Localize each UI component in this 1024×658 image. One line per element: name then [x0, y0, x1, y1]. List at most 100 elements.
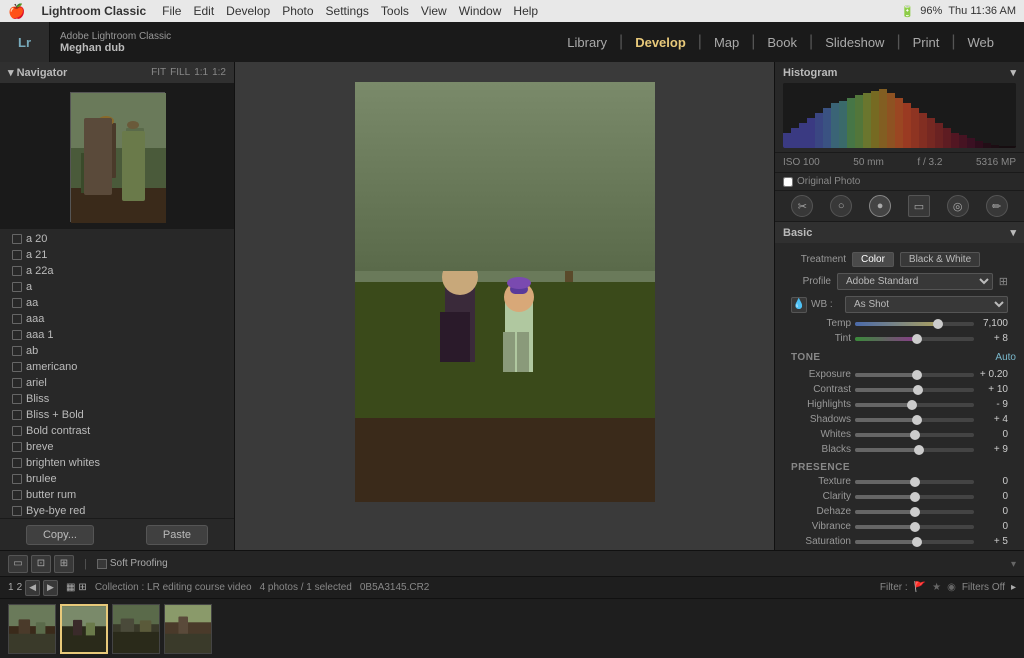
filmstrip-thumb-4[interactable]: [164, 604, 212, 654]
file-size: 5316 MP: [976, 157, 1016, 168]
preset-bold-contrast[interactable]: Bold contrast: [0, 423, 234, 439]
preset-bliss-bold[interactable]: Bliss + Bold: [0, 407, 234, 423]
spot-removal-tool[interactable]: ○: [830, 195, 852, 217]
preset-aa[interactable]: aa: [0, 295, 234, 311]
filmstrip-thumb-1[interactable]: [8, 604, 56, 654]
saturation-label: Saturation: [791, 536, 851, 547]
lr-logo: Lr: [0, 22, 50, 62]
menu-photo[interactable]: Photo: [282, 4, 313, 18]
nav-print[interactable]: Print: [903, 31, 950, 54]
menu-edit[interactable]: Edit: [193, 4, 214, 18]
menu-develop[interactable]: Develop: [226, 4, 270, 18]
eyedropper-tool[interactable]: 💧: [791, 297, 807, 313]
preset-brulee[interactable]: brulee: [0, 471, 234, 487]
temp-label: Temp: [791, 318, 851, 329]
1to2-btn[interactable]: 1:2: [212, 67, 226, 78]
blacks-slider[interactable]: [855, 448, 974, 452]
wb-select[interactable]: As Shot: [845, 296, 1008, 313]
filter-icon-2[interactable]: ★: [932, 582, 941, 593]
temp-slider[interactable]: [855, 322, 974, 326]
prev-collection-btn[interactable]: ◀: [25, 580, 40, 596]
vibrance-slider[interactable]: [855, 525, 974, 529]
menu-settings[interactable]: Settings: [326, 4, 369, 18]
nav-book[interactable]: Book: [757, 31, 807, 54]
nav-web[interactable]: Web: [958, 31, 1005, 54]
menu-help[interactable]: Help: [513, 4, 538, 18]
menu-view[interactable]: View: [421, 4, 447, 18]
color-btn[interactable]: Color: [852, 252, 894, 267]
shadows-slider[interactable]: [855, 418, 974, 422]
filmstrip-thumb-3[interactable]: [112, 604, 160, 654]
nav-slideshow[interactable]: Slideshow: [815, 31, 894, 54]
grid-view-btn2[interactable]: ⊞: [78, 582, 86, 593]
gradient-filter-tool[interactable]: ▭: [908, 195, 930, 217]
histogram-expand-icon[interactable]: ▾: [1010, 66, 1016, 79]
preset-butter-rum[interactable]: butter rum: [0, 487, 234, 503]
texture-slider[interactable]: [855, 480, 974, 484]
preset-americano[interactable]: americano: [0, 359, 234, 375]
paste-button[interactable]: Paste: [146, 525, 208, 545]
menu-tools[interactable]: Tools: [381, 4, 409, 18]
preset-brighten-whites[interactable]: brighten whites: [0, 455, 234, 471]
tint-slider[interactable]: [855, 337, 974, 341]
preset-bye-bye-red[interactable]: Bye-bye red: [0, 503, 234, 518]
preset-bliss[interactable]: Bliss: [0, 391, 234, 407]
1to1-btn[interactable]: 1:1: [194, 67, 208, 78]
shadows-label: Shadows: [791, 414, 851, 425]
basic-section-header[interactable]: Basic ▾: [775, 222, 1024, 243]
loupe-view-btn[interactable]: ▭: [8, 555, 28, 573]
preset-breve[interactable]: breve: [0, 439, 234, 455]
auto-btn[interactable]: Auto: [995, 352, 1016, 363]
preset-a21[interactable]: a 21: [0, 247, 234, 263]
nav-map[interactable]: Map: [704, 31, 749, 54]
profile-grid-icon[interactable]: ⊞: [999, 275, 1008, 288]
fill-btn[interactable]: FILL: [170, 67, 190, 78]
preset-a20[interactable]: a 20: [0, 231, 234, 247]
preset-aaa[interactable]: aaa: [0, 311, 234, 327]
fit-btn[interactable]: FIT: [151, 67, 166, 78]
dehaze-label: Dehaze: [791, 506, 851, 517]
grid-view-btn[interactable]: ⊞: [54, 555, 74, 573]
whites-slider[interactable]: [855, 433, 974, 437]
preset-a[interactable]: a: [0, 279, 234, 295]
radial-filter-tool[interactable]: ◎: [947, 195, 969, 217]
dehaze-slider[interactable]: [855, 510, 974, 514]
exposure-slider[interactable]: [855, 373, 974, 377]
contrast-value: + 10: [978, 384, 1008, 395]
red-eye-tool[interactable]: ●: [869, 195, 891, 217]
toolbar-dropdown[interactable]: ▾: [1011, 559, 1016, 570]
adjustment-brush-tool[interactable]: ✏: [986, 195, 1008, 217]
filter-expand-btn[interactable]: ▸: [1011, 582, 1016, 593]
saturation-slider[interactable]: [855, 540, 974, 544]
copy-button[interactable]: Copy...: [26, 525, 94, 545]
nav-develop[interactable]: Develop: [625, 31, 696, 54]
contrast-slider[interactable]: [855, 388, 974, 392]
nav-library[interactable]: Library: [557, 31, 617, 54]
clarity-slider[interactable]: [855, 495, 974, 499]
apple-menu[interactable]: 🍎: [8, 3, 25, 20]
meta-info: ISO 100 50 mm f / 3.2 5316 MP: [775, 153, 1024, 173]
profile-select[interactable]: Adobe Standard: [837, 273, 993, 290]
next-collection-btn[interactable]: ▶: [43, 580, 58, 596]
original-photo-checkbox[interactable]: [783, 177, 793, 187]
preset-ariel[interactable]: ariel: [0, 375, 234, 391]
app-menu-name[interactable]: Lightroom Classic: [41, 4, 146, 18]
bw-btn[interactable]: Black & White: [900, 252, 980, 267]
before-after-btn[interactable]: ⊡: [31, 555, 51, 573]
soft-proofing-checkbox[interactable]: [97, 559, 107, 569]
crop-tool[interactable]: ✂: [791, 195, 813, 217]
preset-aaa1[interactable]: aaa 1: [0, 327, 234, 343]
filmstrip-thumb-2[interactable]: [60, 604, 108, 654]
menu-window[interactable]: Window: [459, 4, 502, 18]
preset-ab[interactable]: ab: [0, 343, 234, 359]
preset-icon: [12, 250, 22, 260]
menu-file[interactable]: File: [162, 4, 181, 18]
preset-icon: [12, 314, 22, 324]
menubar-right: 🔋 96% Thu 11:36 AM: [901, 5, 1016, 18]
filmstrip-view-btn[interactable]: ▦: [66, 582, 75, 593]
filter-icon-1[interactable]: 🚩: [914, 582, 926, 593]
preset-a22a[interactable]: a 22a: [0, 263, 234, 279]
filter-icon-3[interactable]: ◉: [947, 582, 956, 593]
highlights-slider[interactable]: [855, 403, 974, 407]
temp-value: 7,100: [978, 318, 1008, 329]
